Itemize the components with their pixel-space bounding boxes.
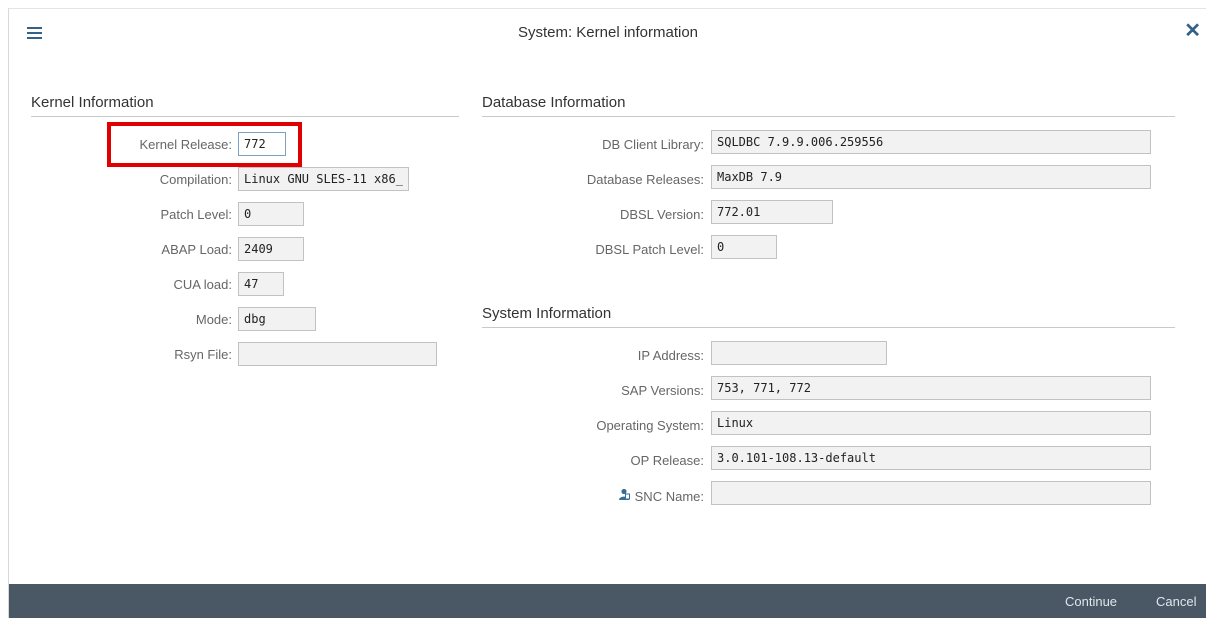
cancel-button[interactable]: Cancel xyxy=(1156,594,1196,609)
database-releases-field[interactable]: MaxDB 7.9 xyxy=(711,165,1151,189)
dialog-title: System: Kernel information xyxy=(517,24,699,41)
dbsl-version-label: DBSL Version: xyxy=(619,207,704,222)
kernel-section-divider xyxy=(31,116,459,117)
patch-level-label: Patch Level: xyxy=(160,207,232,222)
dialog-titlebar: System: Kernel information ✕ xyxy=(9,9,1206,57)
system-section-divider xyxy=(482,327,1175,328)
rsyn-file-label: Rsyn File: xyxy=(174,347,232,362)
kernel-section-title: Kernel Information xyxy=(31,94,154,111)
db-client-library-label: DB Client Library: xyxy=(602,137,704,152)
compilation-label: Compilation: xyxy=(159,172,232,187)
dbsl-patch-level-field[interactable]: 0 xyxy=(711,235,777,259)
cua-load-label: CUA load: xyxy=(173,277,232,292)
database-section-title: Database Information xyxy=(482,94,626,111)
kernel-release-highlight xyxy=(107,122,302,167)
snc-user-icon xyxy=(618,488,630,504)
system-section-title: System Information xyxy=(482,305,612,322)
compilation-field[interactable]: Linux GNU SLES-11 x86_ xyxy=(238,167,409,191)
operating-system-field[interactable]: Linux xyxy=(711,411,1151,435)
operating-system-label: Operating System: xyxy=(596,418,704,433)
mode-label: Mode: xyxy=(195,312,232,327)
cua-load-field[interactable]: 47 xyxy=(238,272,284,296)
ip-address-label: IP Address: xyxy=(637,348,704,363)
database-releases-label: Database Releases: xyxy=(586,172,704,187)
rsyn-file-field[interactable] xyxy=(238,342,437,366)
op-release-field[interactable]: 3.0.101-108.13-default xyxy=(711,446,1151,470)
dialog-footer: Continue Cancel xyxy=(9,584,1206,618)
close-icon[interactable]: ✕ xyxy=(1184,21,1201,41)
op-release-label: OP Release: xyxy=(630,453,704,468)
kernel-info-dialog: System: Kernel information ✕ Kernel Info… xyxy=(8,8,1206,618)
mode-field[interactable]: dbg xyxy=(238,307,316,331)
dbsl-patch-level-label: DBSL Patch Level: xyxy=(595,242,704,257)
snc-name-field[interactable] xyxy=(711,481,1151,505)
abap-load-label: ABAP Load: xyxy=(161,242,232,257)
abap-load-field[interactable]: 2409 xyxy=(238,237,304,261)
snc-name-label-wrap: SNC Name: xyxy=(618,488,704,504)
sap-versions-label: SAP Versions: xyxy=(621,383,704,398)
db-client-library-field[interactable]: SQLDBC 7.9.9.006.259556 xyxy=(711,130,1151,154)
database-section-divider xyxy=(482,116,1175,117)
continue-button[interactable]: Continue xyxy=(1065,594,1117,609)
dbsl-version-field[interactable]: 772.01 xyxy=(711,200,833,224)
patch-level-field[interactable]: 0 xyxy=(238,202,304,226)
sap-versions-field[interactable]: 753, 771, 772 xyxy=(711,376,1151,400)
ip-address-field[interactable] xyxy=(711,341,887,365)
snc-name-label: SNC Name: xyxy=(634,489,704,504)
